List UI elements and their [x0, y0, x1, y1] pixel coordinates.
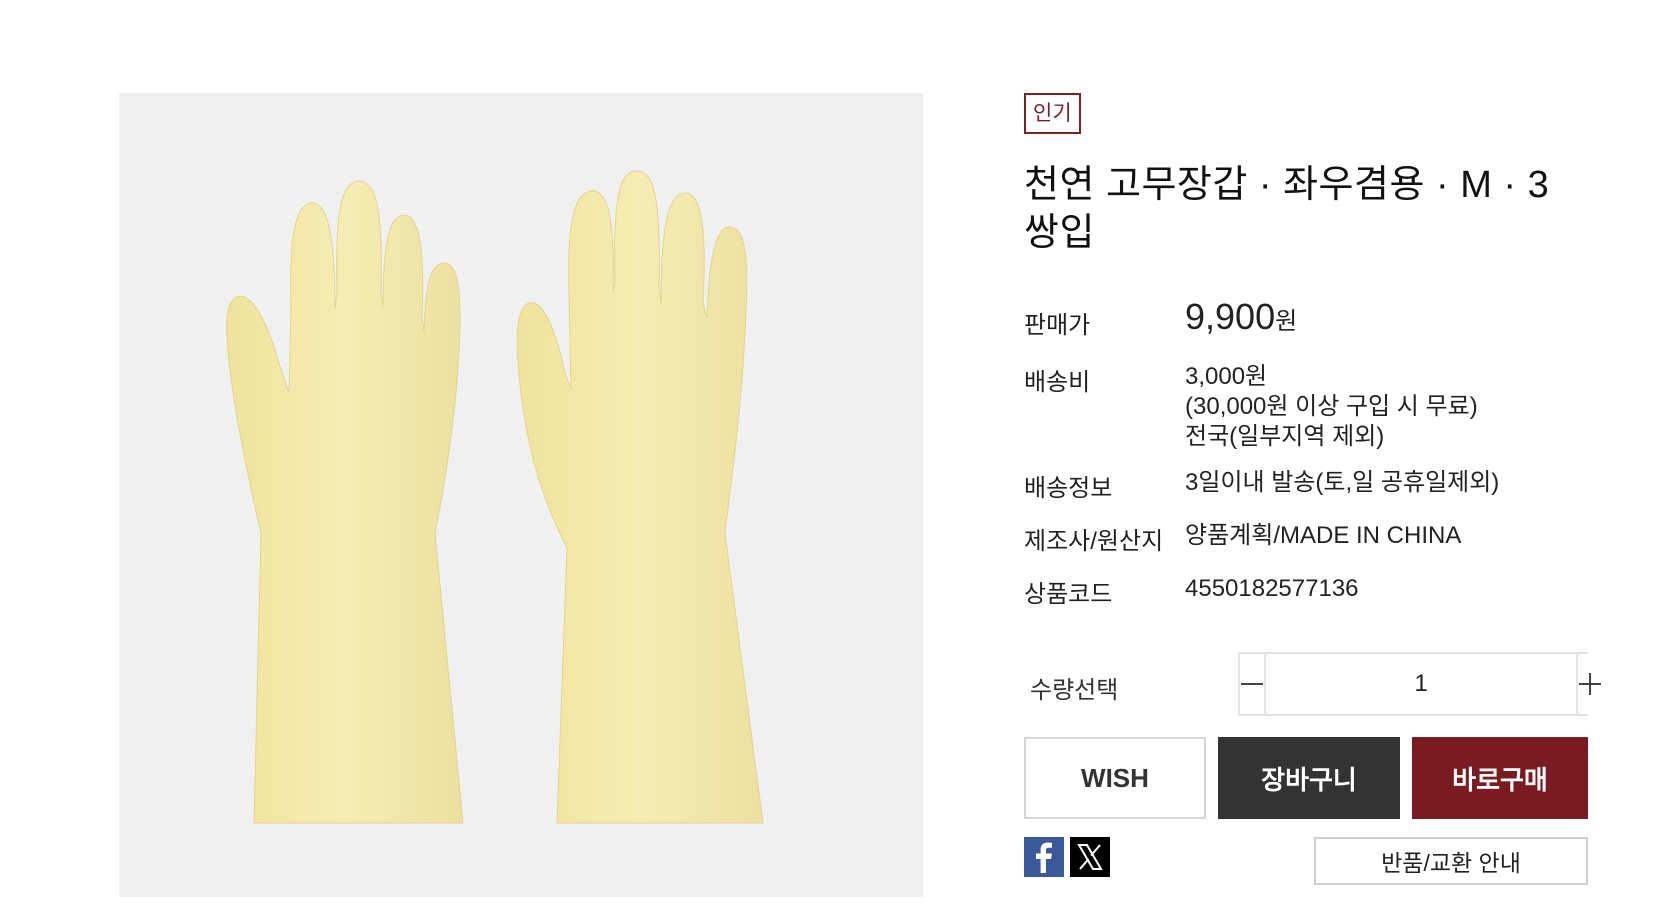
product-image	[119, 93, 923, 897]
code-value: 4550182577136	[1185, 575, 1359, 602]
product-title: 천연 고무장갑 · 좌우겸용 · M · 3쌍입	[1024, 164, 1550, 254]
facebook-logo	[1036, 842, 1052, 873]
quantity-stepper	[1238, 652, 1602, 716]
quantity-input[interactable]	[1266, 654, 1576, 714]
share-links	[1024, 837, 1110, 877]
shipping-fee: 3,000원	[1185, 363, 1268, 390]
rubber-gloves-illustration	[119, 93, 923, 897]
facebook-icon[interactable]	[1024, 837, 1064, 877]
shipping-free-condition: (30,000원 이상 구입 시 무료)	[1185, 393, 1478, 420]
quantity-decrease-button[interactable]	[1240, 654, 1266, 714]
maker-value: 양품계획/MADE IN CHINA	[1185, 522, 1462, 549]
add-to-cart-button[interactable]: 장바구니	[1218, 737, 1400, 819]
price-value: 9,900원	[1185, 297, 1584, 337]
price-amount: 9,900	[1185, 296, 1276, 337]
product-info: 인기 천연 고무장갑 · 좌우겸용 · M · 3쌍입 판매가 9,900원 배…	[1024, 93, 1602, 885]
delivery-row: 배송정보 3일이내 발송(토,일 공휴일제외)	[1024, 468, 1584, 503]
code-row: 상품코드 4550182577136	[1024, 574, 1584, 609]
quantity-label: 수량선택	[1030, 677, 1119, 704]
delivery-value: 3일이내 발송(토,일 공휴일제외)	[1185, 469, 1500, 496]
return-exchange-button[interactable]: 반품/교환 안내	[1314, 837, 1588, 885]
product-specs: 판매가 9,900원 배송비 3,000원 (30,000원 이상 구입 시 무…	[1024, 297, 1584, 609]
popular-badge: 인기	[1024, 93, 1081, 134]
price-unit: 원	[1275, 308, 1298, 335]
x-icon[interactable]	[1070, 837, 1110, 877]
buy-now-button[interactable]: 바로구매	[1412, 737, 1588, 819]
plus-icon	[1579, 673, 1601, 695]
code-label: 상품코드	[1024, 581, 1113, 608]
quantity-selector: 수량선택	[1024, 652, 1602, 716]
delivery-label: 배송정보	[1024, 475, 1113, 502]
shipping-label: 배송비	[1024, 369, 1091, 396]
shipping-area: 전국(일부지역 제외)	[1185, 423, 1385, 450]
maker-row: 제조사/원산지 양품계획/MADE IN CHINA	[1024, 521, 1584, 556]
quantity-increase-button[interactable]	[1576, 654, 1602, 714]
maker-label: 제조사/원산지	[1024, 528, 1164, 555]
price-label: 판매가	[1024, 312, 1091, 339]
x-logo	[1077, 844, 1103, 870]
minus-icon	[1241, 683, 1263, 685]
purchase-actions: WISH 장바구니 바로구매	[1024, 737, 1588, 819]
wish-button[interactable]: WISH	[1024, 737, 1206, 819]
shipping-value: 3,000원 (30,000원 이상 구입 시 무료) 전국(일부지역 제외)	[1185, 362, 1584, 452]
shipping-row: 배송비 3,000원 (30,000원 이상 구입 시 무료) 전국(일부지역 …	[1024, 362, 1584, 452]
price-row: 판매가 9,900원	[1024, 297, 1584, 340]
